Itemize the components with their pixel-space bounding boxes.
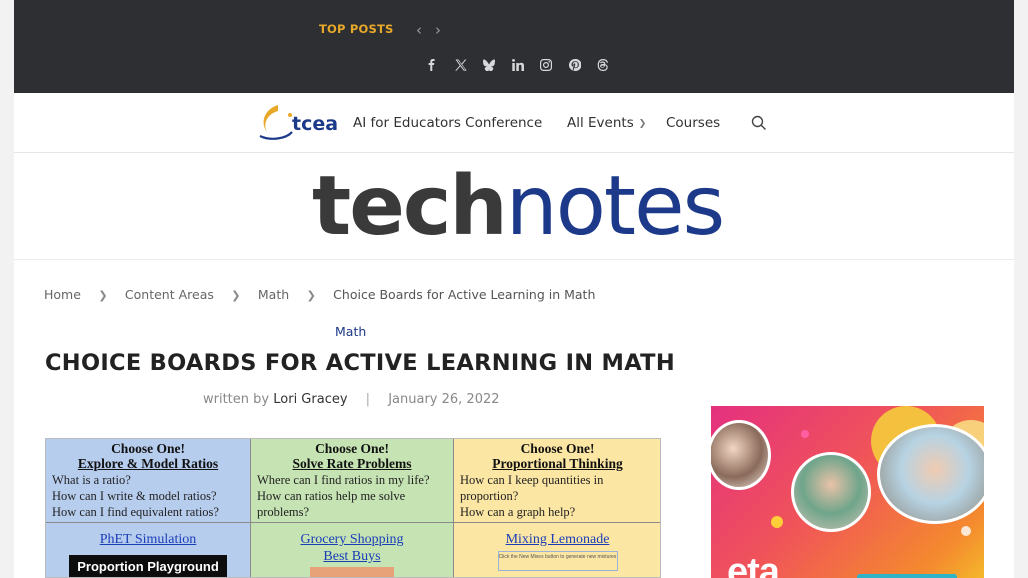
featured-image: Choose One! Explore & Model Ratios What … [45,438,661,578]
choice-cell: Choose One! Solve Rate Problems Where ca… [251,439,454,523]
pinterest-icon[interactable] [561,56,590,74]
nav-item-label: All Events [567,115,634,131]
cell-question: Where can I find ratios in my life? [257,473,430,487]
nav-item-label: Courses [666,115,721,131]
chevron-right-icon: ❯ [98,289,108,302]
nav-item-courses[interactable]: Courses [666,115,720,131]
author-link[interactable]: Lori Gracey [273,392,347,407]
choice-cell: PhET Simulation Proportion Playground [46,523,251,577]
chevron-right-icon: ❯ [231,289,241,302]
logo-text: tcea [292,113,338,135]
cell-link: Best Buys [323,549,381,564]
cell-subheading: Proportional Thinking [492,456,623,471]
sidebar-ad[interactable]: eta [711,406,984,578]
choice-cell: Choose One! Explore & Model Ratios What … [46,439,251,523]
cell-heading: Choose One! [315,441,389,456]
decor-dot [961,526,971,536]
cell-question: How can I keep quantities in [460,473,604,487]
brand-part-notes: notes [505,159,725,254]
nav-item-label: AI for Educators Conference [353,115,543,131]
cell-question: How can ratios help me solve [257,489,406,503]
cell-heading: Choose One! [520,441,595,456]
choice-cell: Grocery Shopping Best Buys [251,523,454,577]
chevron-left-icon[interactable]: ‹ [412,20,426,40]
threads-icon[interactable] [589,56,618,74]
top-posts-label: TOP POSTS [319,22,394,36]
choice-cell: Mixing Lemonade Click the New Mixes butt… [454,523,660,577]
decor-dot [801,430,809,438]
nav-item-all-events[interactable]: All Events ❯ [567,115,646,131]
activity-thumbnail: Click the New Mixes button to generate n… [497,551,618,571]
post-meta: written by Lori Gracey | January 26, 202… [203,392,500,407]
cell-link: Mixing Lemonade [505,532,610,547]
cell-link: PhET Simulation [99,532,197,547]
ad-logo-text: eta [727,551,780,578]
breadcrumb: Home ❯ Content Areas ❯ Math ❯ Choice Boards fo… [44,287,595,302]
cell-question: What is a ratio? [52,473,131,487]
masthead: technotes [14,153,1014,260]
brand-part-tech: tech [312,159,508,254]
activity-thumbnail [310,567,394,577]
bluesky-icon[interactable] [475,56,504,74]
chevron-down-icon: ❯ [638,119,647,129]
facebook-icon[interactable] [418,56,447,74]
search-icon[interactable] [751,115,767,131]
cell-question: How can I write & model ratios? [52,489,217,503]
decor-dot [771,516,783,528]
choice-cell: Choose One! Proportional Thinking How ca… [454,439,660,523]
chevron-right-icon[interactable]: › [431,20,445,40]
cell-link: Grocery Shopping [300,532,404,547]
instagram-icon[interactable] [532,56,561,74]
breadcrumb-content-areas[interactable]: Content Areas [125,287,214,302]
cell-question: problems? [257,505,310,519]
written-by-label: written by [203,392,270,407]
breadcrumb-current: Choice Boards for Active Learning in Mat… [333,287,596,302]
cell-question: proportion? [460,489,519,503]
ad-photo [791,452,871,532]
ad-photo [711,420,771,490]
ad-photo [877,424,984,524]
ad-cta-button [857,574,957,578]
top-bar: TOP POSTS ‹ › [14,0,1014,93]
chevron-right-icon: ❯ [306,289,316,302]
social-links [418,56,618,74]
breadcrumb-home[interactable]: Home [44,287,81,302]
cell-question: How can a graph help? [460,505,576,519]
cell-heading: Choose One! [111,441,185,456]
cell-subheading: Solve Rate Problems [292,456,412,471]
x-icon[interactable] [447,56,476,74]
page-title: CHOICE BOARDS FOR ACTIVE LEARNING IN MAT… [45,350,675,376]
linkedin-icon[interactable] [504,56,533,74]
technotes-logo[interactable]: technotes [312,159,725,255]
activity-banner: Proportion Playground [69,555,227,577]
category-link[interactable]: Math [335,324,366,339]
post-date: January 26, 2022 [388,392,500,407]
tcea-logo[interactable]: tcea [256,99,338,141]
nav-item-ai-conference[interactable]: AI for Educators Conference [353,115,542,131]
cell-question: How can I find equivalent ratios? [52,505,219,519]
breadcrumb-math[interactable]: Math [258,287,289,302]
page: TOP POSTS ‹ › tcea AI for Educators Conf… [14,0,1014,578]
meta-divider: | [365,392,371,407]
main-nav: tcea AI for Educators Conference All Eve… [14,93,1014,153]
cell-subheading: Explore & Model Ratios [77,456,219,471]
